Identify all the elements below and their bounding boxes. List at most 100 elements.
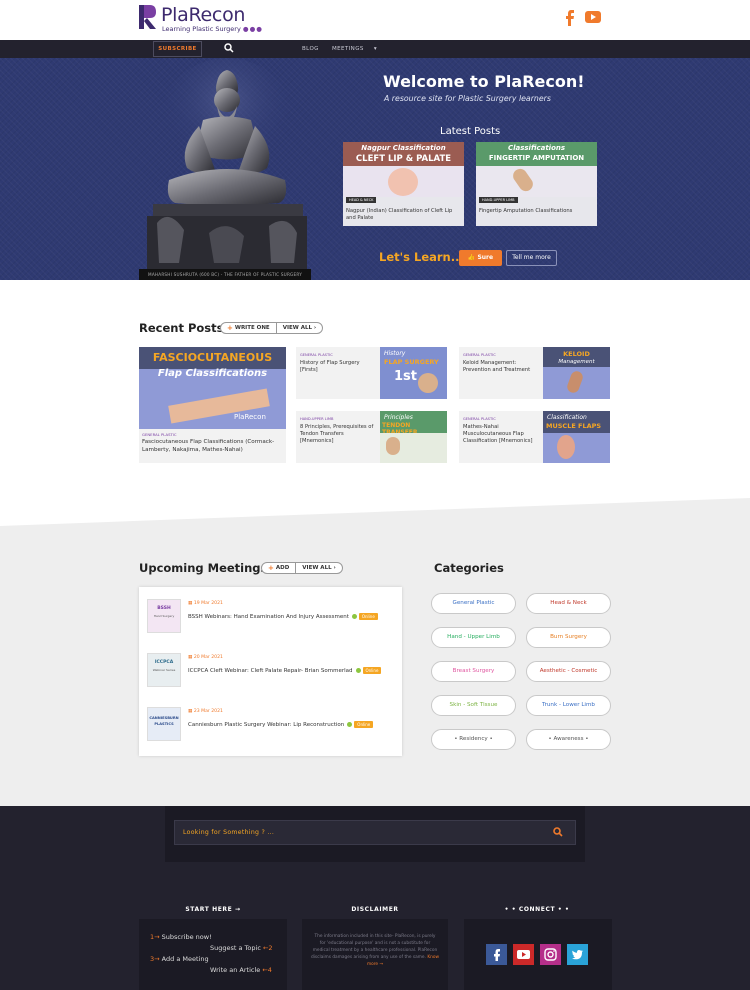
- twitter-icon[interactable]: [567, 944, 588, 965]
- post-category-badge: HAND-UPPER LIMB: [479, 197, 518, 203]
- category-pill[interactable]: • Residency •: [431, 729, 516, 750]
- post-category: GENERAL PLASTIC: [463, 417, 496, 421]
- sure-button[interactable]: 👍 Sure: [459, 250, 502, 266]
- category-pill[interactable]: Head & Neck: [526, 593, 611, 614]
- recent-posts-actions: + WRITE ONE VIEW ALL ›: [220, 322, 324, 334]
- meeting-title[interactable]: ICCPCA Cleft Webinar: Cleft Palate Repai…: [188, 667, 382, 674]
- logo-mark-icon: [139, 5, 156, 29]
- hero-title: Welcome to PlaRecon!: [383, 72, 585, 91]
- site-logo[interactable]: PlaRecon Learning Plastic Surgery ●●●: [139, 4, 264, 35]
- post-thumbnail: FASCIOCUTANEOUS Flap Classifications Pla…: [139, 347, 286, 429]
- subscribe-button[interactable]: SUBSCRIBE: [153, 41, 202, 57]
- category-pill[interactable]: Breast Surgery: [431, 661, 516, 682]
- meeting-item[interactable]: BSSH Hand Surgery ▦ 19 Mar 2021 BSSH Web…: [147, 599, 397, 633]
- chevron-right-icon: ›: [333, 565, 336, 571]
- youtube-icon[interactable]: [585, 10, 601, 24]
- post-title[interactable]: Mathes-Nahai Musculocutaneous Flap Class…: [463, 424, 541, 445]
- featured-post-card[interactable]: FASCIOCUTANEOUS Flap Classifications Pla…: [139, 347, 286, 463]
- add-meeting-button[interactable]: + ADD: [262, 563, 295, 573]
- post-title[interactable]: Fingertip Amputation Classifications: [479, 208, 595, 215]
- disclaimer-heading: DISCLAIMER: [351, 906, 399, 913]
- add-meeting-link[interactable]: 3→ Add a Meeting: [150, 955, 209, 963]
- view-all-meetings-button[interactable]: VIEW ALL ›: [296, 563, 342, 573]
- facebook-icon[interactable]: [563, 10, 575, 26]
- statue-caption: MAHARSHI SUSHRUTA (600 BC) - THE FATHER …: [139, 269, 311, 280]
- category-pill[interactable]: General Plastic: [431, 593, 516, 614]
- tell-me-more-button[interactable]: Tell me more: [506, 250, 557, 266]
- plus-icon: +: [227, 324, 233, 332]
- facebook-icon[interactable]: [486, 944, 507, 965]
- meeting-logo: CANNIESBURN PLASTICS: [147, 707, 181, 741]
- chevron-right-icon: ›: [313, 325, 317, 331]
- post-thumbnail: KELOID Management: [543, 347, 610, 399]
- search-icon[interactable]: [553, 827, 563, 837]
- post-title[interactable]: History of Flap Surgery [Firsts]: [300, 360, 378, 374]
- suggest-topic-link[interactable]: Suggest a Topic ←2: [210, 944, 273, 952]
- plus-icon: +: [268, 564, 274, 572]
- post-title[interactable]: Nagpur (Indian) Classification of Cleft …: [346, 208, 462, 222]
- start-here-heading: START HERE →: [185, 906, 241, 913]
- latest-post-card[interactable]: Nagpur Classification CLEFT LIP & PALATE…: [343, 142, 464, 226]
- category-pill[interactable]: • Awareness •: [526, 729, 611, 750]
- latest-post-card[interactable]: Classifications FINGERTIP AMPUTATION HAN…: [476, 142, 597, 226]
- meetings-actions: + ADD VIEW ALL ›: [261, 562, 343, 574]
- chevron-down-icon: ▾: [373, 46, 378, 52]
- connect-heading: • • CONNECT • •: [504, 906, 570, 913]
- meeting-logo: BSSH Hand Surgery: [147, 599, 181, 633]
- recent-post-card[interactable]: GENERAL PLASTIC Keloid Management: Preve…: [459, 347, 610, 399]
- post-title[interactable]: 8 Principles, Prerequisites of Tendon Tr…: [300, 424, 378, 445]
- post-category: GENERAL PLASTIC: [463, 353, 496, 357]
- youtube-icon[interactable]: [513, 944, 534, 965]
- meeting-date: ▦ 19 Mar 2021: [188, 601, 223, 606]
- post-thumbnail: Nagpur Classification CLEFT LIP & PALATE: [343, 142, 464, 197]
- calendar-icon: ▦: [188, 601, 193, 606]
- meeting-date: ▦ 20 Mar 2021: [188, 655, 223, 660]
- category-pill[interactable]: Burn Surgery: [526, 627, 611, 648]
- category-pill[interactable]: Hand - Upper Limb: [431, 627, 516, 648]
- post-thumbnail: Classifications FINGERTIP AMPUTATION: [476, 142, 597, 197]
- meetings-list: BSSH Hand Surgery ▦ 19 Mar 2021 BSSH Web…: [139, 587, 402, 756]
- subscribe-link[interactable]: 1→ Subscribe now!: [150, 933, 212, 941]
- category-pill[interactable]: Skin - Soft Tissue: [431, 695, 516, 716]
- meeting-item[interactable]: ICCPCA Webinar Series ▦ 20 Mar 2021 ICCP…: [147, 653, 397, 687]
- latest-posts-heading: Latest Posts: [440, 126, 501, 137]
- nav-blog[interactable]: BLOG: [302, 40, 319, 58]
- post-category-badge: HEAD & NECK: [346, 197, 377, 203]
- category-pill[interactable]: Trunk - Lower Limb: [526, 695, 611, 716]
- meeting-title[interactable]: BSSH Webinars: Hand Examination And Inju…: [188, 613, 378, 620]
- recent-post-card[interactable]: GENERAL PLASTIC History of Flap Surgery …: [296, 347, 447, 399]
- upcoming-meetings-heading: Upcoming Meetings: [139, 561, 268, 575]
- footer-search-input[interactable]: Looking for Something ? ...: [174, 820, 576, 845]
- post-thumbnail: Classification MUSCLE FLAPS: [543, 411, 610, 463]
- view-all-posts-button[interactable]: VIEW ALL ›: [277, 323, 323, 333]
- categories-heading: Categories: [434, 561, 504, 575]
- online-badge: Online: [358, 613, 378, 620]
- post-category: HAND-UPPER LIMB: [300, 417, 334, 421]
- post-title[interactable]: Fasciocutaneous Flap Classifications (Co…: [142, 439, 284, 454]
- meeting-logo: ICCPCA Webinar Series: [147, 653, 181, 687]
- meeting-item[interactable]: CANNIESBURN PLASTICS ▦ 23 Mar 2021 Canni…: [147, 707, 397, 741]
- post-title[interactable]: Keloid Management: Prevention and Treatm…: [463, 360, 541, 374]
- search-icon[interactable]: [224, 43, 234, 53]
- post-thumbnail: History FLAP SURGERY 1st: [380, 347, 447, 399]
- thumbs-up-icon: 👍: [467, 254, 476, 261]
- write-one-button[interactable]: + WRITE ONE: [221, 323, 276, 333]
- logo-tagline: Learning Plastic Surgery ●●●: [162, 25, 263, 33]
- online-dot-icon: [355, 668, 361, 673]
- calendar-icon: ▦: [188, 655, 193, 660]
- write-article-link[interactable]: Write an Article ←4: [210, 966, 272, 974]
- meeting-title[interactable]: Canniesburn Plastic Surgery Webinar: Lip…: [188, 721, 374, 728]
- category-pill[interactable]: Aesthetic - Cosmetic: [526, 661, 611, 682]
- meeting-date: ▦ 23 Mar 2021: [188, 709, 223, 714]
- online-dot-icon: [351, 614, 357, 619]
- online-badge: Online: [354, 721, 374, 728]
- recent-post-card[interactable]: HAND-UPPER LIMB 8 Principles, Prerequisi…: [296, 411, 447, 463]
- instagram-icon[interactable]: [540, 944, 561, 965]
- site-header: PlaRecon Learning Plastic Surgery ●●●: [0, 0, 750, 40]
- recent-post-card[interactable]: GENERAL PLASTIC Mathes-Nahai Musculocuta…: [459, 411, 610, 463]
- lets-learn-text: Let's Learn...: [379, 250, 464, 264]
- sushruta-statue-image: [147, 58, 307, 270]
- nav-meetings[interactable]: MEETINGS ▾: [332, 40, 377, 58]
- hero-subtitle: A resource site for Plastic Surgery lear…: [384, 94, 551, 103]
- logo-name: PlaRecon: [161, 4, 246, 26]
